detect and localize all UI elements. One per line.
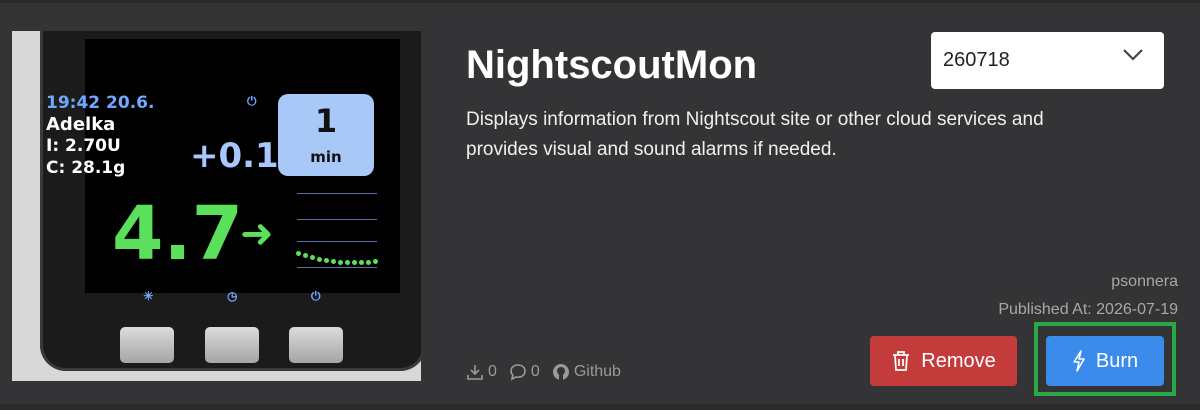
device-button-middle: [205, 327, 259, 363]
remove-label: Remove: [921, 349, 996, 372]
brightness-icon: ☀: [143, 289, 154, 303]
screen-minutes-unit: min: [310, 148, 342, 166]
plug-icon: ⏻: [247, 94, 257, 108]
screen-name: Adelka: [46, 114, 116, 135]
app-card: 19:42 20.6. ⏻ Adelka I: 2.70U C: 28.1g +…: [0, 0, 1200, 407]
version-select[interactable]: 260718: [931, 32, 1164, 89]
chevron-down-icon: [1123, 49, 1143, 61]
graph-line: [297, 219, 377, 220]
comments-count: 0: [530, 363, 540, 380]
downloads-stat: 0: [466, 363, 497, 381]
trash-icon: [893, 351, 910, 371]
downloads-count: 0: [488, 363, 497, 380]
graph-line: [297, 193, 377, 194]
power-icon: ⏻: [311, 289, 321, 303]
burn-label: Burn: [1095, 349, 1139, 372]
github-label: Github: [573, 363, 621, 380]
app-photo: 19:42 20.6. ⏻ Adelka I: 2.70U C: 28.1g +…: [12, 31, 421, 381]
lightning-icon: [1073, 350, 1085, 372]
screen-minutes: 1: [314, 102, 338, 140]
version-value: 260718: [943, 49, 1010, 71]
screen-minutes-badge: 1 min: [278, 94, 374, 176]
trend-arrow-icon: ➜: [240, 211, 274, 257]
github-link[interactable]: Github: [552, 363, 621, 381]
published-date: Published At: 2026-07-19: [998, 301, 1178, 318]
screen-time: 19:42 20.6.: [46, 93, 155, 113]
download-icon: [467, 365, 483, 380]
author: psonnera: [1111, 273, 1178, 290]
remove-button[interactable]: Remove: [870, 336, 1017, 386]
comments-stat: 0: [509, 363, 540, 381]
github-icon: [552, 364, 569, 380]
device-button-right: [289, 327, 343, 363]
card-divider: [0, 404, 1200, 410]
graph-line: [297, 241, 377, 242]
app-description: Displays information from Nightscout sit…: [466, 109, 1044, 160]
screen-insulin: I: 2.70U: [46, 136, 121, 156]
screen-delta: +0.1: [190, 136, 279, 176]
device-button-left: [120, 327, 174, 363]
app-title: NightscoutMon: [466, 43, 758, 87]
screen-glucose: 4.7: [112, 191, 244, 277]
screen-carbs: C: 28.1g: [46, 158, 126, 178]
stats-row: 0 0 Github: [466, 363, 633, 381]
glucose-graph: [296, 249, 382, 279]
burn-button[interactable]: Burn: [1046, 336, 1164, 386]
clock-icon: ◷: [227, 289, 238, 303]
comment-icon: [510, 364, 526, 381]
